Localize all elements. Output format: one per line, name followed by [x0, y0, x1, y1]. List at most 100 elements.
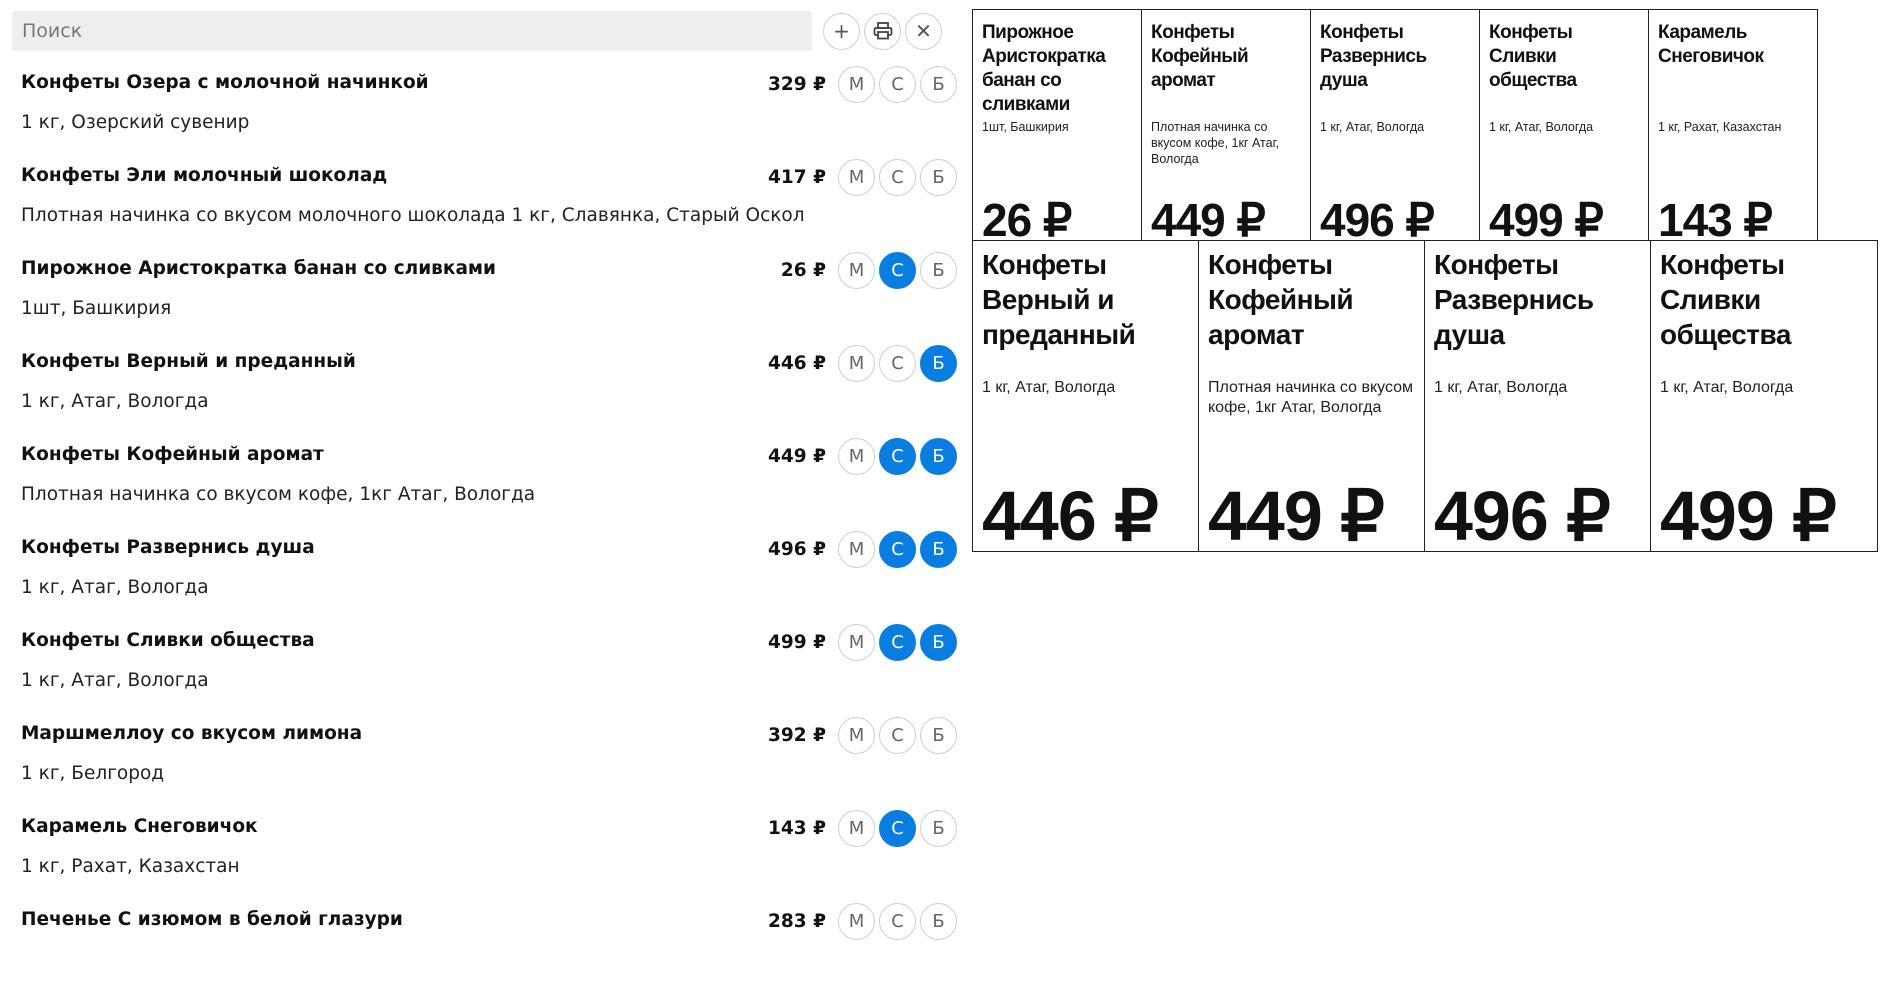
- product-price: 417 ₽: [768, 167, 826, 188]
- size-toggle-large[interactable]: Б: [920, 624, 957, 661]
- tag-size-selector: МСБ: [838, 717, 957, 754]
- product-controls: 449 ₽ М С Б: [768, 438, 957, 475]
- product-row[interactable]: Конфеты Эли молочный шоколад Плотная начи…: [12, 150, 957, 243]
- tag-size-selector: МСБ: [838, 159, 957, 196]
- tag-price: 26 ₽: [982, 194, 1072, 241]
- price-tag-large[interactable]: Конфеты Кофейный аромат Плотная начинка с…: [1198, 240, 1425, 552]
- tag-product-description: 1шт, Башкирия: [982, 120, 1069, 134]
- size-toggle-small[interactable]: М: [838, 531, 875, 568]
- product-price: 283 ₽: [768, 911, 826, 932]
- tag-size-selector: МСБ: [838, 438, 957, 475]
- product-row[interactable]: Конфеты Верный и преданный 1 кг, Атаг, Во…: [12, 336, 957, 429]
- size-toggle-medium[interactable]: С: [879, 717, 916, 754]
- tag-product-description: 1 кг, Атаг, Вологда: [1660, 379, 1794, 396]
- price-value: 26: [780, 260, 807, 281]
- price-tag-large[interactable]: Конфеты Сливки общества 1 кг, Атаг, Волог…: [1650, 240, 1878, 552]
- search-input[interactable]: [12, 11, 812, 51]
- size-toggle-large[interactable]: Б: [920, 159, 957, 196]
- price-tag-small[interactable]: Пирожное Аристократка банан со сливками 1…: [972, 9, 1142, 241]
- product-name: Конфеты Эли молочный шоколад: [21, 165, 388, 186]
- size-toggle-small[interactable]: М: [838, 252, 875, 289]
- price-value: 329: [768, 74, 807, 95]
- product-row[interactable]: Маршмеллоу со вкусом лимона 1 кг, Белгоро…: [12, 708, 957, 801]
- toolbar: + ✕: [12, 10, 957, 52]
- add-button[interactable]: +: [823, 12, 860, 50]
- tag-product-name: Конфеты Кофейный аромат: [1208, 249, 1354, 350]
- price-tag-small[interactable]: Конфеты Развернись душа 1 кг, Атаг, Волог…: [1310, 9, 1480, 241]
- size-toggle-small[interactable]: М: [838, 624, 875, 661]
- size-toggle-medium[interactable]: С: [879, 531, 916, 568]
- size-toggle-large[interactable]: Б: [920, 438, 957, 475]
- product-row[interactable]: Конфеты Кофейный аромат Плотная начинка с…: [12, 429, 957, 522]
- product-row[interactable]: Пирожное Аристократка банан со сливками 1…: [12, 243, 957, 336]
- product-price: 143 ₽: [768, 818, 826, 839]
- size-toggle-large[interactable]: Б: [920, 345, 957, 382]
- product-controls: 496 ₽ М С Б: [768, 531, 957, 568]
- size-toggle-small[interactable]: М: [838, 345, 875, 382]
- toolbar-actions: + ✕: [823, 12, 942, 50]
- size-toggle-small[interactable]: М: [838, 717, 875, 754]
- tag-size-selector: МСБ: [838, 903, 957, 940]
- tag-product-name: Конфеты Развернись душа: [1320, 22, 1427, 91]
- product-controls: 143 ₽ М С Б: [768, 810, 957, 847]
- product-price: 329 ₽: [768, 74, 826, 95]
- tag-size-selector: МСБ: [838, 345, 957, 382]
- size-toggle-large[interactable]: Б: [920, 717, 957, 754]
- price-tag-large[interactable]: Конфеты Верный и преданный 1 кг, Атаг, Во…: [972, 240, 1199, 552]
- product-description: 1 кг, Атаг, Вологда: [21, 391, 209, 412]
- price-tag-small[interactable]: Конфеты Сливки общества 1 кг, Атаг, Волог…: [1479, 9, 1649, 241]
- price-tag-small[interactable]: Конфеты Кофейный аромат Плотная начинка с…: [1141, 9, 1311, 241]
- tag-price: 496 ₽: [1434, 477, 1611, 552]
- product-controls: 417 ₽ М С Б: [768, 159, 957, 196]
- price-value: 392: [768, 725, 807, 746]
- product-description: 1 кг, Озерский сувенир: [21, 112, 250, 133]
- product-price: 392 ₽: [768, 725, 826, 746]
- size-toggle-large[interactable]: Б: [920, 252, 957, 289]
- size-toggle-large[interactable]: Б: [920, 531, 957, 568]
- product-panel: + ✕ Конфеты Озера с молочной начинкой 1 к…: [12, 10, 957, 987]
- size-toggle-medium[interactable]: С: [879, 252, 916, 289]
- product-price: 496 ₽: [768, 539, 826, 560]
- product-controls: 329 ₽ М С Б: [768, 66, 957, 103]
- tag-size-selector: МСБ: [838, 531, 957, 568]
- product-description: 1 кг, Атаг, Вологда: [21, 670, 209, 691]
- size-toggle-small[interactable]: М: [838, 66, 875, 103]
- product-row[interactable]: Печенье С изюмом в белой глазури 283 ₽ М С Б: [12, 894, 957, 987]
- tag-product-description: 1 кг, Рахат, Казахстан: [1658, 120, 1782, 134]
- price-value: 417: [768, 167, 807, 188]
- price-tag-small[interactable]: Карамель Снеговичок 1 кг, Рахат, Казахста…: [1648, 9, 1818, 241]
- product-description: 1 кг, Рахат, Казахстан: [21, 856, 240, 877]
- size-toggle-small[interactable]: М: [838, 438, 875, 475]
- tag-product-name: Конфеты Кофейный аромат: [1151, 22, 1249, 91]
- product-name: Печенье С изюмом в белой глазури: [21, 909, 403, 930]
- product-name: Конфеты Озера с молочной начинкой: [21, 72, 429, 93]
- product-price: 26 ₽: [781, 260, 826, 281]
- size-toggle-medium[interactable]: С: [879, 438, 916, 475]
- size-toggle-medium[interactable]: С: [879, 159, 916, 196]
- size-toggle-medium[interactable]: С: [879, 624, 916, 661]
- size-toggle-large[interactable]: Б: [920, 66, 957, 103]
- product-row[interactable]: Конфеты Сливки общества 1 кг, Атаг, Волог…: [12, 615, 957, 708]
- size-toggle-large[interactable]: Б: [920, 903, 957, 940]
- plus-icon: +: [833, 19, 850, 43]
- size-toggle-medium[interactable]: С: [879, 66, 916, 103]
- product-price: 499 ₽: [768, 632, 826, 653]
- product-list: Конфеты Озера с молочной начинкой 1 кг, О…: [12, 57, 957, 987]
- size-toggle-small[interactable]: М: [838, 810, 875, 847]
- size-toggle-small[interactable]: М: [838, 903, 875, 940]
- size-toggle-large[interactable]: Б: [920, 810, 957, 847]
- product-row[interactable]: Карамель Снеговичок 1 кг, Рахат, Казахста…: [12, 801, 957, 894]
- size-toggle-medium[interactable]: С: [879, 903, 916, 940]
- clear-button[interactable]: ✕: [905, 12, 942, 50]
- price-value: 283: [768, 911, 807, 932]
- tag-price: 499 ₽: [1660, 477, 1837, 552]
- price-tag-large[interactable]: Конфеты Развернись душа 1 кг, Атаг, Волог…: [1424, 240, 1651, 552]
- size-toggle-medium[interactable]: С: [879, 810, 916, 847]
- size-toggle-medium[interactable]: С: [879, 345, 916, 382]
- currency-symbol: ₽: [813, 911, 826, 932]
- tag-size-selector: МСБ: [838, 252, 957, 289]
- product-row[interactable]: Конфеты Озера с молочной начинкой 1 кг, О…: [12, 57, 957, 150]
- product-row[interactable]: Конфеты Развернись душа 1 кг, Атаг, Волог…: [12, 522, 957, 615]
- size-toggle-small[interactable]: М: [838, 159, 875, 196]
- print-button[interactable]: [864, 12, 901, 50]
